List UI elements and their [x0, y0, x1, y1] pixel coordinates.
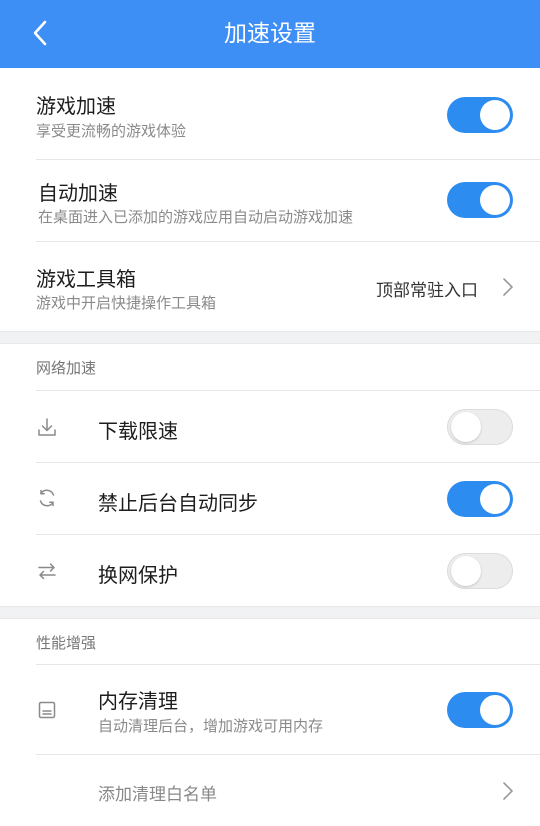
toggle-knob	[480, 695, 510, 725]
download-icon	[38, 418, 56, 436]
disable-background-sync-row[interactable]: 禁止后台自动同步	[0, 463, 540, 534]
download-limit-row[interactable]: 下载限速	[0, 391, 540, 462]
game-toolbox-title: 游戏工具箱	[36, 267, 136, 291]
swap-arrows-icon	[38, 563, 56, 580]
network-section-title: 网络加速	[36, 359, 97, 377]
auto-acceleration-subtitle: 在桌面进入已添加的游戏应用自动启动游戏加速	[38, 208, 354, 226]
disable-background-sync-toggle[interactable]	[447, 481, 513, 517]
auto-acceleration-toggle[interactable]	[447, 182, 513, 218]
toggle-knob	[480, 185, 510, 215]
game-acceleration-toggle[interactable]	[447, 97, 513, 133]
chevron-right-icon	[503, 278, 513, 296]
game-toolbox-row[interactable]: 游戏工具箱 游戏中开启快捷操作工具箱 顶部常驻入口	[0, 242, 540, 331]
download-limit-title: 下载限速	[98, 419, 178, 443]
auto-acceleration-row[interactable]: 自动加速 在桌面进入已添加的游戏应用自动启动游戏加速	[0, 160, 540, 241]
section-gap	[0, 606, 540, 619]
memory-cleanup-subtitle: 自动清理后台，增加游戏可用内存	[98, 717, 324, 735]
page-title: 加速设置	[224, 21, 316, 47]
toggle-knob	[451, 556, 481, 586]
memory-cleanup-toggle[interactable]	[447, 692, 513, 728]
toggle-knob	[480, 484, 510, 514]
sync-icon	[39, 489, 55, 507]
game-acceleration-subtitle: 享受更流畅的游戏体验	[36, 122, 187, 140]
game-toolbox-value: 顶部常驻入口	[376, 281, 478, 301]
add-cleanup-whitelist-row[interactable]: 添加清理白名单	[0, 755, 540, 826]
app-header: 加速设置	[0, 0, 540, 68]
chevron-right-icon	[503, 782, 513, 800]
memory-cleanup-title: 内存清理	[98, 689, 178, 713]
network-switch-protection-row[interactable]: 换网保护	[0, 535, 540, 606]
download-limit-toggle[interactable]	[447, 409, 513, 445]
toggle-knob	[480, 100, 510, 130]
auto-acceleration-title: 自动加速	[38, 181, 118, 205]
game-acceleration-row[interactable]: 游戏加速 享受更流畅的游戏体验	[0, 70, 540, 159]
game-toolbox-subtitle: 游戏中开启快捷操作工具箱	[36, 294, 217, 312]
performance-section-title: 性能增强	[36, 634, 97, 652]
network-switch-protection-toggle[interactable]	[447, 553, 513, 589]
add-cleanup-whitelist-label: 添加清理白名单	[98, 785, 217, 805]
toggle-knob	[451, 412, 481, 442]
memory-icon	[38, 701, 56, 719]
game-acceleration-title: 游戏加速	[36, 94, 116, 118]
disable-background-sync-title: 禁止后台自动同步	[98, 491, 258, 515]
section-gap	[0, 331, 540, 344]
memory-cleanup-row[interactable]: 内存清理 自动清理后台，增加游戏可用内存	[0, 665, 540, 754]
network-switch-protection-title: 换网保护	[98, 563, 178, 587]
